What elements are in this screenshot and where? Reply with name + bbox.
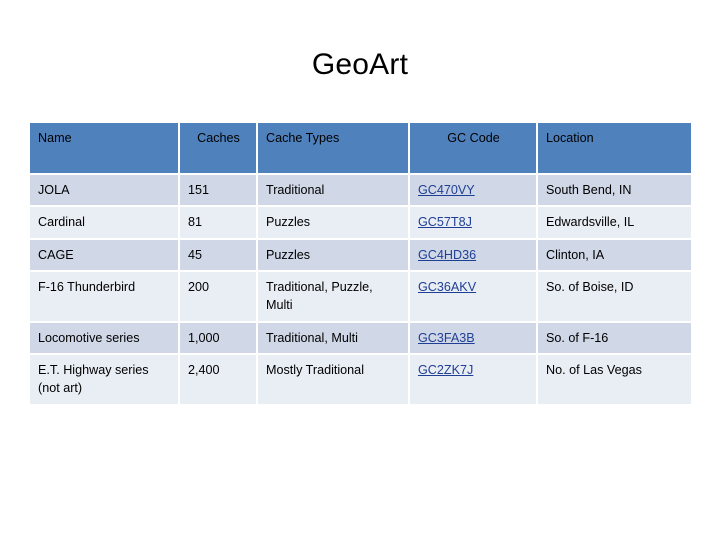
- column-header-cache-types[interactable]: Cache Types: [258, 123, 410, 175]
- slide: GeoArt Name Caches Cache Types GC Code L…: [0, 0, 720, 540]
- cell-cache-types: Puzzles: [258, 239, 410, 272]
- gc-code-link[interactable]: GC4HD36: [418, 248, 476, 262]
- cell-caches: 1,000: [180, 322, 258, 355]
- cell-cache-types: Puzzles: [258, 207, 410, 240]
- cell-location: No. of Las Vegas: [538, 355, 691, 406]
- cell-gc-code: GC36AKV: [410, 271, 538, 323]
- table-row: Cardinal 81 Puzzles GC57T8J Edwardsville…: [30, 207, 691, 240]
- column-header-name[interactable]: Name: [30, 123, 180, 175]
- cell-cache-types: Traditional, Puzzle, Multi: [258, 271, 410, 323]
- cell-caches: 45: [180, 239, 258, 272]
- cell-name: F-16 Thunderbird: [30, 271, 180, 323]
- cell-gc-code: GC470VY: [410, 175, 538, 208]
- column-header-caches[interactable]: Caches: [180, 123, 258, 175]
- gc-code-link[interactable]: GC2ZK7J: [418, 363, 473, 377]
- cell-name: Locomotive series: [30, 322, 180, 355]
- page-title: GeoArt: [311, 48, 409, 81]
- cell-gc-code: GC4HD36: [410, 239, 538, 272]
- cell-caches: 200: [180, 271, 258, 323]
- gc-code-link[interactable]: GC3FA3B: [418, 331, 475, 345]
- cell-location: So. of F-16: [538, 322, 691, 355]
- cell-name: CAGE: [30, 239, 180, 272]
- table-row: F-16 Thunderbird 200 Traditional, Puzzle…: [30, 271, 691, 323]
- cell-caches: 151: [180, 175, 258, 208]
- geoart-table-container: Name Caches Cache Types GC Code Location…: [30, 123, 691, 406]
- cell-location: South Bend, IN: [538, 175, 691, 208]
- table-row: E.T. Highway series (not art) 2,400 Most…: [30, 355, 691, 406]
- cell-gc-code: GC2ZK7J: [410, 355, 538, 406]
- column-header-gc-code[interactable]: GC Code: [410, 123, 538, 175]
- table-header-row: Name Caches Cache Types GC Code Location: [30, 123, 691, 175]
- cell-location: Clinton, IA: [538, 239, 691, 272]
- cell-gc-code: GC57T8J: [410, 207, 538, 240]
- cell-name: JOLA: [30, 175, 180, 208]
- cell-caches: 81: [180, 207, 258, 240]
- cell-location: So. of Boise, ID: [538, 271, 691, 323]
- table-header: Name Caches Cache Types GC Code Location: [30, 123, 691, 175]
- gc-code-link[interactable]: GC36AKV: [418, 280, 476, 294]
- table-row: Locomotive series 1,000 Traditional, Mul…: [30, 322, 691, 355]
- cell-cache-types: Traditional, Multi: [258, 322, 410, 355]
- cell-location: Edwardsville, IL: [538, 207, 691, 240]
- cell-caches: 2,400: [180, 355, 258, 406]
- cell-name: E.T. Highway series (not art): [30, 355, 180, 406]
- gc-code-link[interactable]: GC57T8J: [418, 215, 472, 229]
- table-body: JOLA 151 Traditional GC470VY South Bend,…: [30, 175, 691, 406]
- column-header-location[interactable]: Location: [538, 123, 691, 175]
- cell-cache-types: Mostly Traditional: [258, 355, 410, 406]
- cell-name: Cardinal: [30, 207, 180, 240]
- table-row: CAGE 45 Puzzles GC4HD36 Clinton, IA: [30, 239, 691, 272]
- cell-cache-types: Traditional: [258, 175, 410, 208]
- geoart-table: Name Caches Cache Types GC Code Location…: [30, 123, 691, 406]
- gc-code-link[interactable]: GC470VY: [418, 183, 475, 197]
- table-row: JOLA 151 Traditional GC470VY South Bend,…: [30, 175, 691, 208]
- cell-gc-code: GC3FA3B: [410, 322, 538, 355]
